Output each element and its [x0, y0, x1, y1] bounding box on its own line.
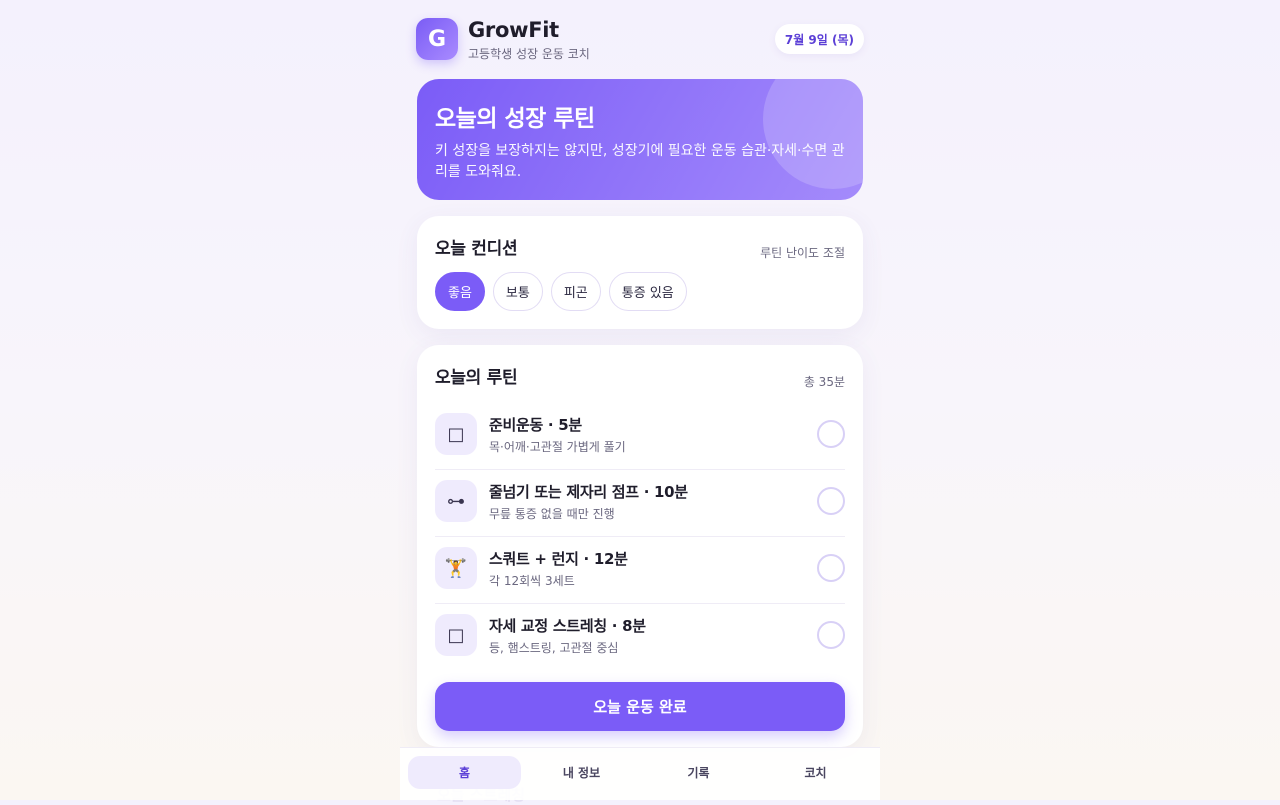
condition-chip-good[interactable]: 좋음 [435, 272, 485, 311]
posture-icon: □ [435, 614, 477, 656]
routine-item: □ 자세 교정 스트레칭 · 8분 등, 햄스트링, 고관절 중심 [435, 604, 845, 671]
routine-item-sub: 등, 햄스트링, 고관절 중심 [489, 641, 619, 655]
app-container: G GrowFit 고등학생 성장 운동 코치 7월 9일 (목) 오늘의 성장… [400, 0, 880, 804]
routine-item-sub: 각 12회씩 3세트 [489, 574, 575, 588]
condition-chip-normal[interactable]: 보통 [492, 272, 543, 311]
nav-coach[interactable]: 코치 [759, 756, 872, 789]
routine-card: 오늘의 루틴 총 35분 □ 준비운동 · 5분 목·어깨·고관절 가볍게 풀기… [417, 345, 863, 747]
condition-chip-tired[interactable]: 피곤 [550, 272, 601, 311]
routine-item-sub: 목·어깨·고관절 가볍게 풀기 [489, 440, 626, 454]
date-badge: 7월 9일 (목) [774, 24, 864, 54]
condition-meta: 루틴 난이도 조절 [760, 246, 845, 260]
routine-title: 오늘의 루틴 [435, 368, 518, 388]
routine-check[interactable] [817, 621, 845, 649]
hero-description: 키 성장을 보장하지는 않지만, 성장기에 필요한 운동 습관·자세·수면 관리… [435, 143, 845, 180]
condition-card: 오늘 컨디션 루틴 난이도 조절 좋음 보통 피곤 통증 있음 [417, 216, 863, 329]
routine-item-title: 줄넘기 또는 제자리 점프 · 10분 [489, 483, 688, 501]
hero-title: 오늘의 성장 루틴 [435, 106, 595, 132]
routine-item-title: 자세 교정 스트레칭 · 8분 [489, 617, 646, 635]
routine-item: 🏋 스쿼트 + 런지 · 12분 각 12회씩 3세트 [435, 537, 845, 604]
routine-check[interactable] [817, 420, 845, 448]
routine-item-title: 스쿼트 + 런지 · 12분 [489, 550, 628, 568]
jump-rope-icon: ⊶ [435, 480, 477, 522]
routine-item-sub: 무릎 통증 없을 때만 진행 [489, 507, 615, 521]
weightlifter-icon: 🏋 [435, 547, 477, 589]
routine-item-title: 준비운동 · 5분 [489, 416, 582, 434]
bottom-nav: 홈 내 정보 기록 코치 [400, 747, 880, 800]
app-logo: G [416, 18, 458, 60]
condition-chips: 좋음 보통 피곤 통증 있음 [435, 272, 687, 311]
routine-item: ⊶ 줄넘기 또는 제자리 점프 · 10분 무릎 통증 없을 때만 진행 [435, 470, 845, 537]
nav-home[interactable]: 홈 [408, 756, 521, 789]
app-title: GrowFit [468, 18, 559, 42]
routine-check[interactable] [817, 554, 845, 582]
nav-records[interactable]: 기록 [642, 756, 755, 789]
stretch-icon: □ [435, 413, 477, 455]
nav-my-info[interactable]: 내 정보 [525, 756, 638, 789]
routine-item: □ 준비운동 · 5분 목·어깨·고관절 가볍게 풀기 [435, 403, 845, 470]
complete-workout-button[interactable]: 오늘 운동 완료 [435, 682, 845, 731]
routine-total: 총 35분 [803, 375, 845, 389]
app-subtitle: 고등학생 성장 운동 코치 [468, 47, 590, 61]
hero-banner: 오늘의 성장 루틴 키 성장을 보장하지는 않지만, 성장기에 필요한 운동 습… [417, 79, 863, 200]
condition-chip-pain[interactable]: 통증 있음 [608, 272, 687, 311]
routine-check[interactable] [817, 487, 845, 515]
app-header: G GrowFit 고등학생 성장 운동 코치 7월 9일 (목) [416, 18, 864, 62]
routine-list: □ 준비운동 · 5분 목·어깨·고관절 가볍게 풀기 ⊶ 줄넘기 또는 제자리… [435, 403, 845, 671]
